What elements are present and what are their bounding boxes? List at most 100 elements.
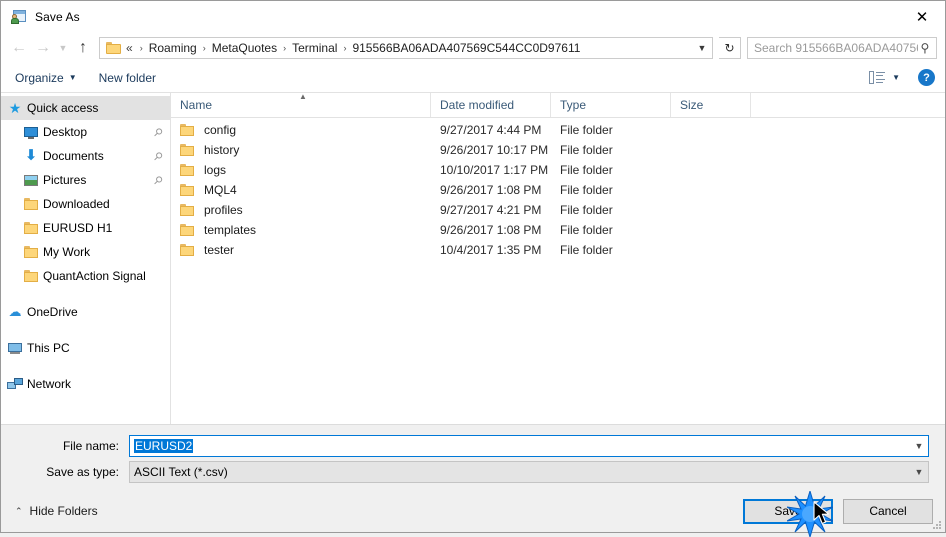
- column-header-type[interactable]: Type: [551, 93, 671, 117]
- sidebar-item-downloaded[interactable]: Downloaded: [1, 192, 170, 216]
- organize-label: Organize: [15, 70, 64, 85]
- new-folder-button[interactable]: New folder: [99, 71, 156, 85]
- file-name-text: MQL4: [204, 183, 237, 197]
- documents-download-icon: ⬇: [24, 147, 38, 164]
- breadcrumb-separator: ›: [343, 43, 347, 53]
- onedrive-cloud-icon: ☁: [8, 304, 22, 319]
- this-pc-icon: [7, 340, 23, 356]
- recent-locations-button[interactable]: ▼: [55, 36, 71, 60]
- folder-icon: [180, 163, 196, 177]
- folder-icon: [23, 244, 39, 260]
- folder-icon: [23, 220, 39, 236]
- sidebar-item-label: This PC: [27, 341, 70, 355]
- resize-grip[interactable]: [932, 520, 942, 530]
- table-row[interactable]: config 9/27/2017 4:44 PM File folder: [171, 120, 945, 140]
- file-name-row: File name: EURUSD2 ▼: [17, 435, 929, 457]
- hide-folders-button[interactable]: ⌃ Hide Folders: [15, 504, 98, 518]
- sidebar-item-quick-access[interactable]: ★ Quick access: [1, 96, 170, 120]
- close-button[interactable]: ✕: [899, 1, 945, 33]
- pin-icon[interactable]: ⚲: [151, 173, 166, 187]
- sidebar-item-pictures[interactable]: Pictures ⚲: [1, 168, 170, 192]
- table-row[interactable]: MQL4 9/26/2017 1:08 PM File folder: [171, 180, 945, 200]
- breadcrumb-item-2[interactable]: Terminal: [291, 41, 338, 55]
- file-name-cell: profiles: [171, 200, 431, 220]
- breadcrumb-item-0[interactable]: Roaming: [148, 41, 198, 55]
- refresh-button[interactable]: ↻: [719, 37, 741, 59]
- dialog-button-bar: ⌃ Hide Folders Save Cancel: [1, 490, 945, 532]
- file-name-selected-text: EURUSD2: [134, 439, 194, 453]
- folder-icon: [23, 196, 39, 212]
- sidebar-item-documents[interactable]: ⬇ Documents ⚲: [1, 144, 170, 168]
- table-row[interactable]: templates 9/26/2017 1:08 PM File folder: [171, 220, 945, 240]
- back-button[interactable]: ←: [7, 36, 31, 60]
- file-date-cell: 9/26/2017 1:08 PM: [440, 223, 542, 237]
- sidebar-item-this-pc[interactable]: This PC: [1, 336, 170, 360]
- help-label: ?: [923, 71, 930, 84]
- sidebar-item-network[interactable]: Network: [1, 372, 170, 396]
- file-name-input[interactable]: EURUSD2 ▼: [129, 435, 929, 457]
- file-name-text: profiles: [204, 203, 243, 217]
- breadcrumb-item-1[interactable]: MetaQuotes: [211, 41, 278, 55]
- forward-button[interactable]: →: [31, 36, 55, 60]
- file-name-value[interactable]: EURUSD2: [130, 439, 910, 453]
- title-bar: Save As ✕: [1, 1, 945, 33]
- folder-icon: [180, 123, 196, 137]
- chevron-down-icon[interactable]: ▼: [910, 467, 928, 477]
- dialog-body: ★ Quick access Desktop ⚲ ⬇ Documents ⚲ P…: [1, 93, 945, 424]
- sidebar-item-label: Downloaded: [43, 197, 110, 211]
- save-button[interactable]: Save: [743, 498, 833, 524]
- sidebar-item-desktop[interactable]: Desktop ⚲: [1, 120, 170, 144]
- file-name-text: logs: [204, 163, 227, 177]
- pin-icon[interactable]: ⚲: [151, 125, 166, 139]
- sidebar-item-my-work[interactable]: My Work: [1, 240, 170, 264]
- file-type-cell: File folder: [560, 223, 613, 237]
- file-name-text: tester: [204, 243, 235, 257]
- save-as-dialog: Save As ✕ ← → ▼ ↑ « › Roaming › MetaQuot…: [0, 0, 946, 537]
- hide-folders-label: Hide Folders: [29, 504, 98, 518]
- file-type-cell: File folder: [560, 183, 613, 197]
- file-name-label: File name:: [62, 439, 119, 453]
- sidebar-item-eurusd-h1[interactable]: EURUSD H1: [1, 216, 170, 240]
- file-size-cell: [671, 120, 751, 140]
- column-header-date-modified[interactable]: Date modified: [431, 93, 551, 117]
- up-button[interactable]: ↑: [71, 36, 95, 60]
- pin-icon[interactable]: ⚲: [151, 149, 166, 163]
- view-options-chevron-down-icon[interactable]: ▼: [892, 73, 900, 82]
- sidebar-item-label: Documents: [43, 149, 104, 163]
- table-row[interactable]: logs 10/10/2017 1:17 PM File folder: [171, 160, 945, 180]
- search-box[interactable]: Search 915566BA06ADA40756... ⚲: [747, 37, 937, 59]
- save-as-type-select[interactable]: ASCII Text (*.csv) ▼: [129, 461, 929, 483]
- file-size-cell: [671, 140, 751, 160]
- search-input[interactable]: Search 915566BA06ADA40756...: [754, 41, 918, 55]
- navigation-pane: ★ Quick access Desktop ⚲ ⬇ Documents ⚲ P…: [1, 93, 171, 424]
- folder-icon: [180, 143, 196, 157]
- close-icon: ✕: [915, 7, 929, 26]
- organize-button[interactable]: Organize ▼: [15, 71, 77, 85]
- table-row[interactable]: tester 10/4/2017 1:35 PM File folder: [171, 240, 945, 260]
- file-date-cell: 9/27/2017 4:44 PM: [440, 123, 542, 137]
- address-bar[interactable]: « › Roaming › MetaQuotes › Terminal › 91…: [99, 37, 713, 59]
- sidebar-item-label: Quick access: [27, 101, 99, 115]
- file-name-text: config: [204, 123, 237, 137]
- breadcrumb-item-3[interactable]: 915566BA06ADA407569C544CC0D97611: [351, 41, 581, 55]
- help-icon[interactable]: ?: [918, 69, 935, 86]
- search-icon: ⚲: [920, 41, 930, 55]
- folder-icon: [180, 223, 196, 237]
- table-row[interactable]: history 9/26/2017 10:17 PM File folder: [171, 140, 945, 160]
- breadcrumb-overflow[interactable]: «: [124, 41, 135, 55]
- address-dropdown-icon[interactable]: ▼: [692, 43, 712, 53]
- desktop-icon: [23, 124, 39, 140]
- sidebar-item-quantaction-signal[interactable]: QuantAction Signal: [1, 264, 170, 288]
- view-options-icon[interactable]: [869, 71, 886, 84]
- cancel-button[interactable]: Cancel: [843, 498, 933, 524]
- table-row[interactable]: profiles 9/27/2017 4:21 PM File folder: [171, 200, 945, 220]
- file-name-cell: logs: [171, 160, 431, 180]
- file-date-cell: 10/10/2017 1:17 PM: [440, 163, 549, 177]
- column-header-size[interactable]: Size: [671, 93, 751, 117]
- file-size-cell: [671, 240, 751, 260]
- save-as-type-value: ASCII Text (*.csv): [134, 465, 228, 479]
- sidebar-item-onedrive[interactable]: ☁ OneDrive: [1, 300, 170, 324]
- chevron-down-icon[interactable]: ▼: [910, 441, 928, 451]
